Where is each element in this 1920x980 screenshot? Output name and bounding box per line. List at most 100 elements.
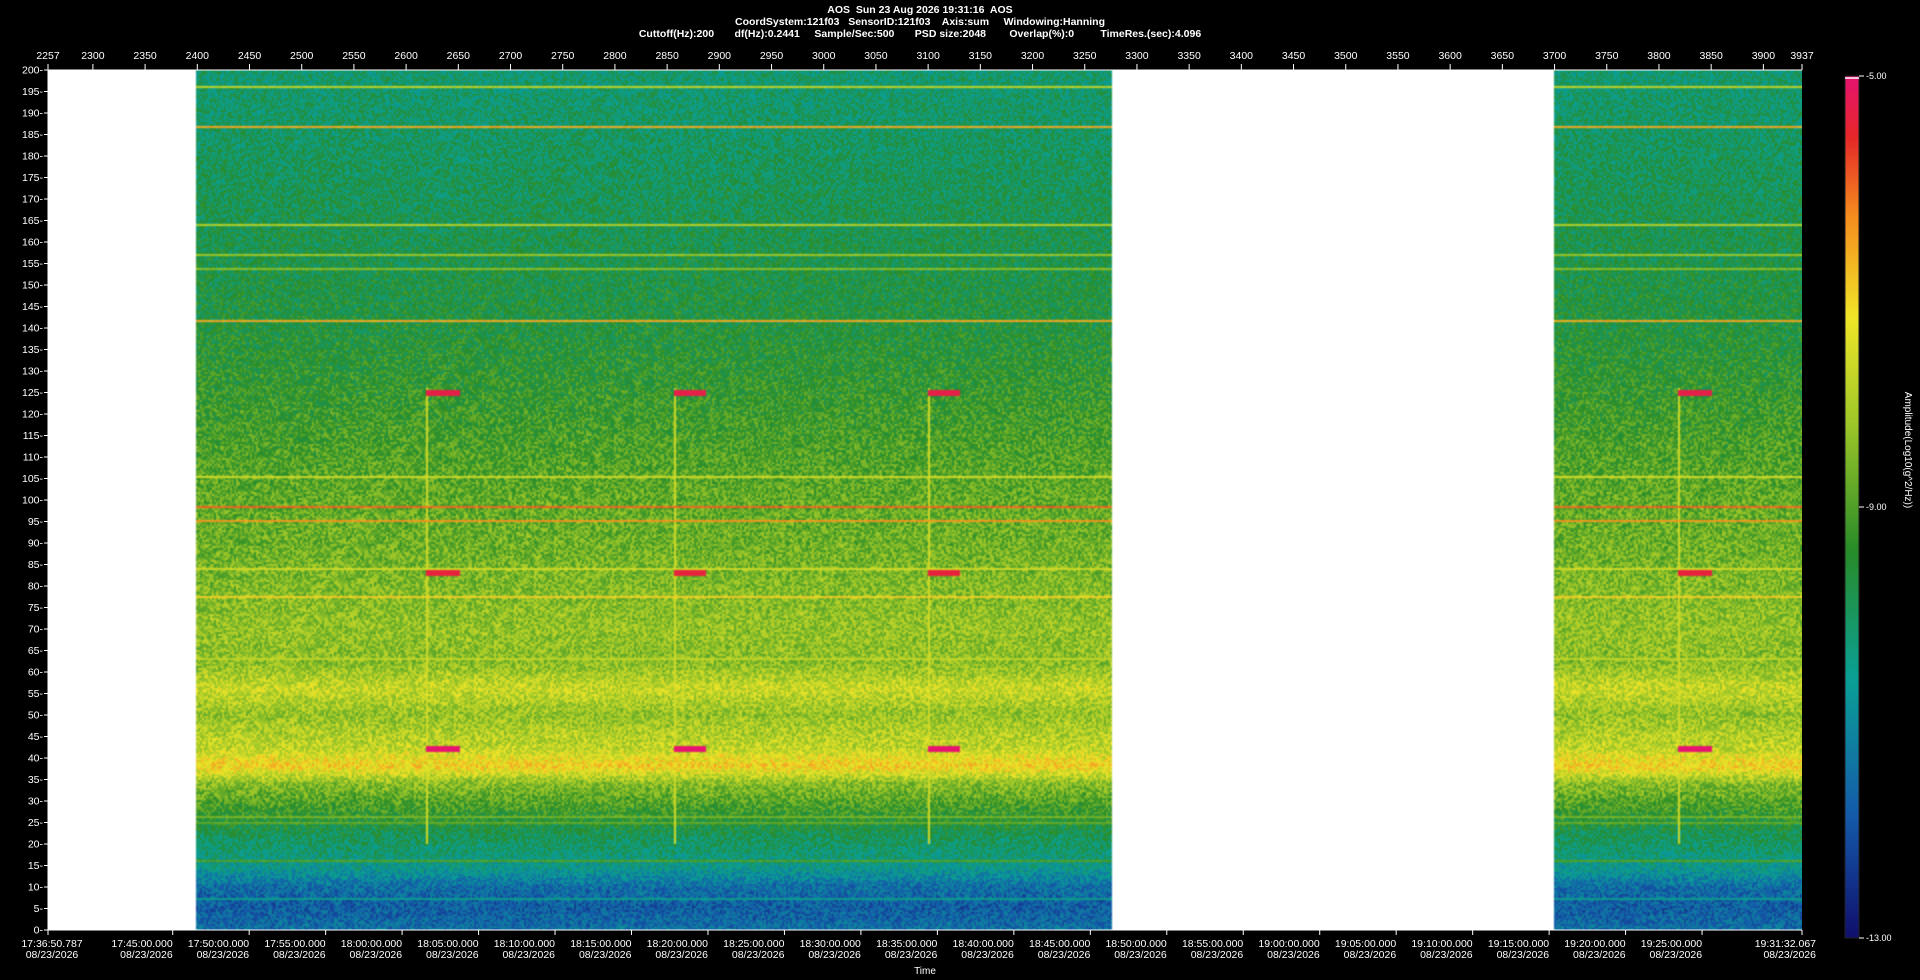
frequency-tick-label: 85- — [28, 559, 44, 571]
frequency-tick-label: 20- — [28, 839, 44, 851]
frequency-tick-label: 95- — [28, 516, 44, 528]
frequency-tick-label: 130- — [22, 366, 44, 378]
time-tick-date: 08/23/2026 — [808, 949, 861, 961]
spectrogram-heatmap — [48, 70, 1802, 930]
colorbar-gradient — [1845, 76, 1859, 938]
frequency-tick-label: 5- — [34, 903, 44, 915]
frequency-tick-label: 60- — [28, 667, 44, 679]
time-tick-date: 08/23/2026 — [732, 949, 785, 961]
frequency-tick-label: 135- — [22, 344, 44, 356]
time-tick-date: 08/23/2026 — [502, 949, 555, 961]
frequency-tick-label: 195- — [22, 86, 44, 98]
time-tick-date: 08/23/2026 — [1420, 949, 1473, 961]
top-axis-tick-label: 3700 — [1543, 50, 1567, 62]
frequency-tick-label: 30- — [28, 796, 44, 808]
time-tick-date: 08/23/2026 — [26, 949, 79, 961]
top-axis-tick-label: 2900 — [708, 50, 732, 62]
frequency-tick-label: 80- — [28, 581, 44, 593]
frequency-tick-label: 40- — [28, 753, 44, 765]
time-tick-date: 08/23/2026 — [1763, 949, 1816, 961]
top-axis-tick-label: 3650 — [1491, 50, 1515, 62]
top-axis-tick-label: 3100 — [916, 50, 940, 62]
frequency-tick-label: 175- — [22, 172, 44, 184]
top-axis-tick-label: 2850 — [655, 50, 679, 62]
frequency-tick-label: 65- — [28, 645, 44, 657]
top-axis-tick-label: 2750 — [551, 50, 575, 62]
top-axis-tick-label: 2950 — [760, 50, 784, 62]
frequency-tick-label: 120- — [22, 409, 44, 421]
top-axis-tick-label: 3600 — [1438, 50, 1462, 62]
frequency-tick-label: 160- — [22, 237, 44, 249]
top-axis-tick-label: 3900 — [1752, 50, 1776, 62]
colorbar: -5.00 -9.00 -13.00 Amplitude(Log10(g^2/H… — [1844, 71, 1913, 943]
top-axis-tick-label: 2650 — [447, 50, 471, 62]
top-axis-tick-label: 2350 — [133, 50, 157, 62]
time-tick-date: 08/23/2026 — [273, 949, 326, 961]
frequency-tick-label: 150- — [22, 280, 44, 292]
time-tick-date: 08/23/2026 — [1344, 949, 1397, 961]
time-tick-date: 08/23/2026 — [1267, 949, 1320, 961]
frequency-tick-label: 140- — [22, 323, 44, 335]
top-axis-tick-label: 3800 — [1647, 50, 1671, 62]
frequency-tick-label: 0- — [34, 925, 44, 937]
frequency-tick-label: 35- — [28, 774, 44, 786]
colorbar-mid-label: -9.00 — [1866, 502, 1887, 512]
top-axis-tick-label: 2400 — [186, 50, 210, 62]
top-axis-tick-label: 2500 — [290, 50, 314, 62]
top-axis: 2257 2300 2350 2400 2450 2500 2550 2600 2650 2700… — [36, 50, 1814, 71]
frequency-tick-label: 55- — [28, 688, 44, 700]
top-axis-tick-label: 3200 — [1021, 50, 1045, 62]
frequency-tick-label: 15- — [28, 860, 44, 872]
top-axis-tick-label: 2700 — [499, 50, 523, 62]
time-axis: 17:36:50.78708/23/202617:45:00.00008/23/… — [21, 929, 1816, 961]
time-tick-date: 08/23/2026 — [1497, 949, 1550, 961]
top-axis-tick-label: 2800 — [603, 50, 627, 62]
time-tick-date: 08/23/2026 — [1114, 949, 1167, 961]
frequency-tick-label: 25- — [28, 817, 44, 829]
frequency-tick-label: 100- — [22, 495, 44, 507]
top-axis-tick-label: 2550 — [342, 50, 366, 62]
frequency-axis: 0- 5- 10- 15- 20- 25- 30- 35- 40- 45- 50- 55- 60- 65-… — [22, 65, 49, 937]
frequency-tick-label: 200- — [22, 65, 44, 77]
time-tick-date: 08/23/2026 — [655, 949, 708, 961]
frequency-tick-label: 50- — [28, 710, 44, 722]
frequency-tick-label: 125- — [22, 387, 44, 399]
top-axis-tick-label: 2300 — [81, 50, 105, 62]
frequency-tick-label: 180- — [22, 151, 44, 163]
frequency-tick-label: 90- — [28, 538, 44, 550]
top-axis-tick-label: 2600 — [394, 50, 418, 62]
frequency-tick-label: 115- — [23, 430, 44, 442]
time-tick-date: 08/23/2026 — [120, 949, 173, 961]
top-axis-tick-label: 3400 — [1230, 50, 1254, 62]
time-tick-date: 08/23/2026 — [426, 949, 479, 961]
frequency-tick-label: 190- — [22, 108, 44, 120]
frequency-tick-label: 110- — [23, 452, 44, 464]
top-axis-tick-label: 3250 — [1073, 50, 1097, 62]
top-axis-tick-label: 3150 — [969, 50, 993, 62]
top-axis-tick-label: 3050 — [864, 50, 888, 62]
frequency-tick-label: 75- — [28, 602, 44, 614]
time-tick-date: 08/23/2026 — [1191, 949, 1244, 961]
frequency-tick-label: 170- — [22, 194, 44, 206]
colorbar-max-label: -5.00 — [1866, 71, 1887, 81]
time-tick-date: 08/23/2026 — [1573, 949, 1626, 961]
time-tick-date: 08/23/2026 — [197, 949, 250, 961]
frequency-tick-label: 145- — [22, 301, 44, 313]
frequency-tick-label: 165- — [22, 215, 44, 227]
top-axis-tick-label: 3000 — [812, 50, 836, 62]
spectrogram-chart: 2257 2300 2350 2400 2450 2500 2550 2600 2650 2700… — [21, 50, 1913, 977]
frequency-tick-label: 10- — [28, 882, 44, 894]
time-tick-date: 08/23/2026 — [1650, 949, 1703, 961]
frequency-tick-label: 105- — [22, 473, 44, 485]
top-axis-tick-label: 3550 — [1386, 50, 1410, 62]
top-axis-tick-label: 3937 — [1790, 50, 1814, 62]
top-axis-tick-label: 3850 — [1699, 50, 1723, 62]
frequency-tick-label: 45- — [28, 731, 44, 743]
frequency-tick-label: 70- — [28, 624, 44, 636]
top-axis-tick-label: 3500 — [1334, 50, 1358, 62]
time-tick-date: 08/23/2026 — [350, 949, 403, 961]
frequency-tick-label: 155- — [22, 258, 44, 270]
top-axis-tick-label: 3450 — [1282, 50, 1306, 62]
time-tick-date: 08/23/2026 — [885, 949, 938, 961]
colorbar-title: Amplitude(Log10(g^2/Hz)) — [1902, 392, 1913, 508]
